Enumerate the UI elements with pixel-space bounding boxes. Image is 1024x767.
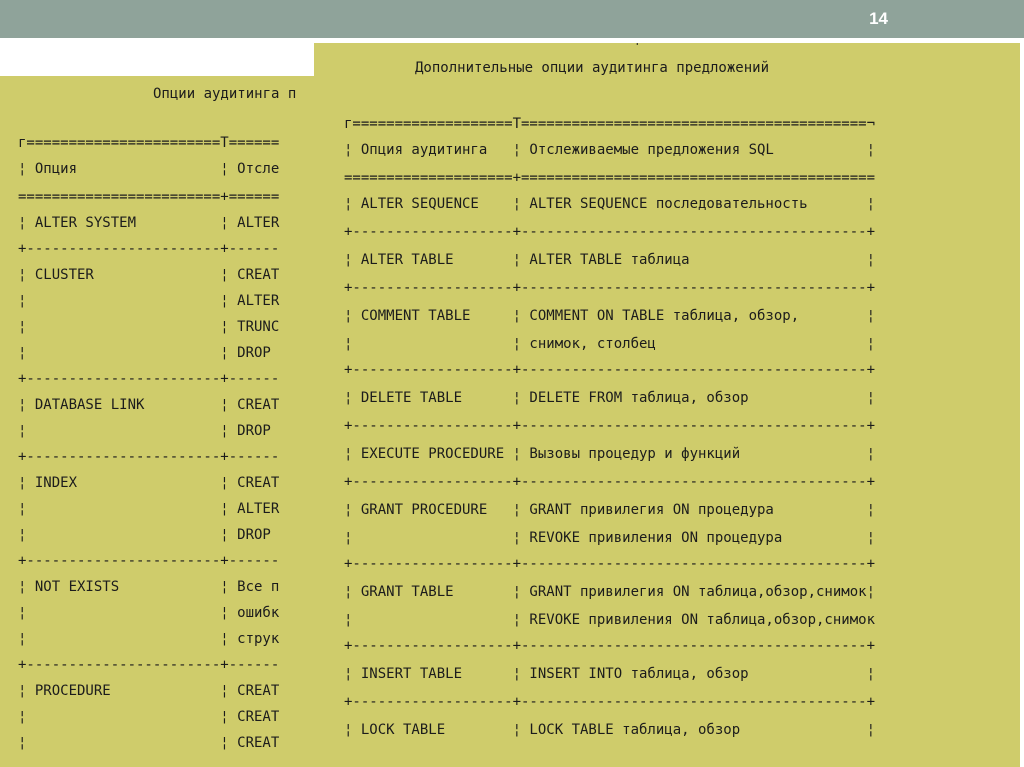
table-row: +-------------------+-------------------… [344, 418, 876, 434]
table-row: ¦ PROCEDURE ¦ CREAT [18, 683, 280, 699]
table-row: +-------------------+-------------------… [344, 224, 876, 240]
back-table-grid: г=======================T====== ¦ Опция … [18, 130, 279, 756]
table-row: +-------------------+-------------------… [344, 638, 876, 654]
table-row: +-------------------+-------------------… [344, 280, 876, 296]
table-row: ========================+====== [18, 189, 280, 205]
table-row: ¦ ALTER SYSTEM ¦ ALTER [18, 215, 280, 231]
table-row: ¦ INDEX ¦ CREAT [18, 475, 280, 491]
table-row: ¦ ¦ ALTER [18, 501, 280, 517]
table-row: +-----------------------+------ [18, 553, 280, 569]
table-row: ¦ EXECUTE PROCEDURE ¦ Вызовы процедур и … [344, 446, 876, 462]
table-row: ¦ ¦ DROP [18, 423, 280, 439]
additional-audit-options-table: Таблица 2 Дополнительные опции аудитинга… [314, 43, 1020, 767]
table-row: ¦ ¦ REVOKE привиления ON таблица,обзор,с… [344, 612, 876, 628]
table-row: ¦ ¦ REVOKE привиления ON процедура ¦ [344, 530, 876, 546]
slide-number: 14 [869, 9, 888, 28]
table-row: +-----------------------+------ [18, 449, 280, 465]
table-row: ¦ ¦ TRUNC [18, 319, 280, 335]
table-row: +-----------------------+------ [18, 241, 280, 257]
table-row: г===================T===================… [344, 116, 876, 132]
table-row: +-------------------+-------------------… [344, 556, 876, 572]
table-row: ¦ NOT EXISTS ¦ Все п [18, 579, 280, 595]
table-row: ¦ GRANT PROCEDURE ¦ GRANT привилегия ON … [344, 502, 876, 518]
front-table-title: Дополнительные опции аудитинга предложен… [415, 60, 770, 76]
table-row: ¦ DATABASE LINK ¦ CREAT [18, 397, 280, 413]
table-row: ¦ ¦ снимок, столбец ¦ [344, 336, 876, 352]
table-row: ¦ ¦ ошибк [18, 605, 280, 621]
table-row: +-------------------+-------------------… [344, 694, 876, 710]
table-row: +-------------------+-------------------… [344, 362, 876, 378]
table-row: ¦ ¦ струк [18, 631, 280, 647]
table-row: ¦ ¦ DROP [18, 527, 280, 543]
table-row: ¦ ¦ CREAT [18, 735, 280, 751]
table-row: ¦ ALTER SEQUENCE ¦ ALTER SEQUENCE послед… [344, 196, 876, 212]
table-row: ¦ Опция аудитинга ¦ Отслеживаемые предло… [344, 142, 876, 158]
table-row: ¦ ¦ CREAT [18, 709, 280, 725]
table-row: ¦ COMMENT TABLE ¦ COMMENT ON TABLE табли… [344, 308, 876, 324]
table-row: +-----------------------+------ [18, 371, 280, 387]
table-number-label: Таблица 2 [588, 43, 664, 52]
table-row: ¦ CLUSTER ¦ CREAT [18, 267, 280, 283]
table-row: ¦ DELETE TABLE ¦ DELETE FROM таблица, об… [344, 390, 876, 406]
table-row: ¦ ¦ DROP [18, 345, 280, 361]
table-row: г=======================T====== [18, 135, 280, 151]
table-row: ¦ GRANT TABLE ¦ GRANT привилегия ON табл… [344, 584, 876, 600]
slide-header-bar: 14 [0, 0, 1024, 38]
table-row: ¦ ALTER TABLE ¦ ALTER TABLE таблица ¦ [344, 252, 876, 268]
back-table-title: Опции аудитинга п [153, 86, 297, 102]
audit-options-table-back: Опции аудитинга п г=====================… [0, 76, 322, 767]
table-row: ¦ Опция ¦ Отсле [18, 161, 280, 177]
table-row: ¦ ¦ ALTER [18, 293, 280, 309]
table-row: ¦ LOCK TABLE ¦ LOCK TABLE таблица, обзор… [344, 722, 876, 738]
table-row: +-----------------------+------ [18, 657, 280, 673]
table-row: +-------------------+-------------------… [344, 474, 876, 490]
table-row: ====================+===================… [344, 170, 876, 186]
table-row: ¦ INSERT TABLE ¦ INSERT INTO таблица, об… [344, 666, 876, 682]
front-table-grid: г===================T===================… [344, 111, 875, 745]
